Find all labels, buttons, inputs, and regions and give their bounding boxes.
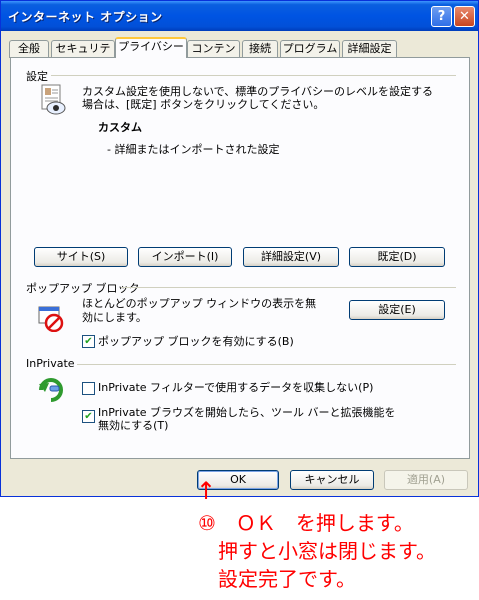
tab-privacy[interactable]: プライバシー	[115, 37, 187, 58]
tab-general[interactable]: 全般	[9, 40, 49, 58]
tab-programs[interactable]: プログラム	[280, 40, 340, 58]
advanced-settings-button[interactable]: 詳細設定(V)	[243, 247, 339, 267]
cancel-button[interactable]: キャンセル	[290, 470, 374, 490]
inprivate-filter-checkbox[interactable]	[82, 382, 95, 395]
internet-options-dialog: インターネット オプション ? ✕ 全般 セキュリティ プライバシー コンテンツ…	[0, 0, 479, 497]
inprivate-icon	[39, 378, 63, 402]
tab-content[interactable]: コンテンツ	[187, 40, 240, 71]
popup-group-label: ポップアップ ブロック	[26, 282, 140, 295]
popup-block-icon	[38, 306, 64, 332]
popup-settings-button[interactable]: 設定(E)	[349, 300, 445, 320]
annotation-line2: 押すと小窓は閉じます。	[218, 539, 436, 563]
question-icon: ?	[437, 9, 446, 24]
sites-button[interactable]: サイト(S)	[34, 247, 128, 267]
inprivate-toolbar-checkbox[interactable]: ✔	[82, 410, 95, 423]
privacy-level-detail: - 詳細またはインポートされた設定	[107, 143, 280, 156]
tab-security[interactable]: セキュリティ	[51, 40, 115, 71]
inprivate-filter-label[interactable]: InPrivate フィルターで使用するデータを収集しない(P)	[98, 381, 373, 395]
apply-button[interactable]: 適用(A)	[384, 470, 468, 490]
import-button[interactable]: インポート(I)	[138, 247, 232, 267]
popup-divider	[121, 287, 456, 288]
inprivate-group-label: InPrivate	[26, 357, 75, 370]
annotation-line3: 設定完了です。	[218, 567, 356, 591]
popup-description: ほとんどのポップアップ ウィンドウの表示を無効にします。	[82, 297, 317, 324]
privacy-document-icon	[41, 84, 66, 115]
help-button[interactable]: ?	[431, 6, 452, 27]
close-button[interactable]: ✕	[454, 6, 475, 27]
inprivate-divider	[77, 364, 456, 365]
default-button[interactable]: 既定(D)	[349, 247, 445, 267]
annotation-line1: ⑩ ＯＫ を押します。	[198, 511, 414, 535]
settings-description-line1: カスタム設定を使用しないで、標準のプライバシーのレベルを設定する	[82, 85, 434, 98]
settings-divider	[51, 75, 456, 76]
tab-advanced[interactable]: 詳細設定	[342, 40, 397, 58]
popup-blocker-checkbox[interactable]: ✔	[82, 335, 95, 348]
popup-blocker-label[interactable]: ポップアップ ブロックを有効にする(B)	[98, 335, 294, 349]
tab-connections[interactable]: 接続	[242, 40, 278, 58]
settings-description-line2: 場合は、[既定] ボタンをクリックしてください。	[82, 98, 325, 111]
settings-group-label: 設定	[26, 70, 48, 83]
window-title: インターネット オプション	[8, 10, 163, 24]
privacy-level-name: カスタム	[98, 121, 142, 134]
inprivate-toolbar-label-line2[interactable]: 無効にする(T)	[98, 419, 168, 433]
inprivate-toolbar-label-line1[interactable]: InPrivate ブラウズを開始したら、ツール バーと拡張機能を	[98, 406, 396, 420]
annotation-arrow: ↑	[196, 477, 217, 505]
title-bar[interactable]: インターネット オプション ? ✕	[1, 1, 478, 31]
privacy-panel: 設定 カスタム設定を使用しないで、標準のプライバシーのレベルを設定する 場合は、…	[10, 57, 470, 459]
check-icon: ✔	[84, 411, 93, 422]
check-icon: ✔	[84, 336, 93, 347]
close-icon: ✕	[459, 9, 470, 24]
